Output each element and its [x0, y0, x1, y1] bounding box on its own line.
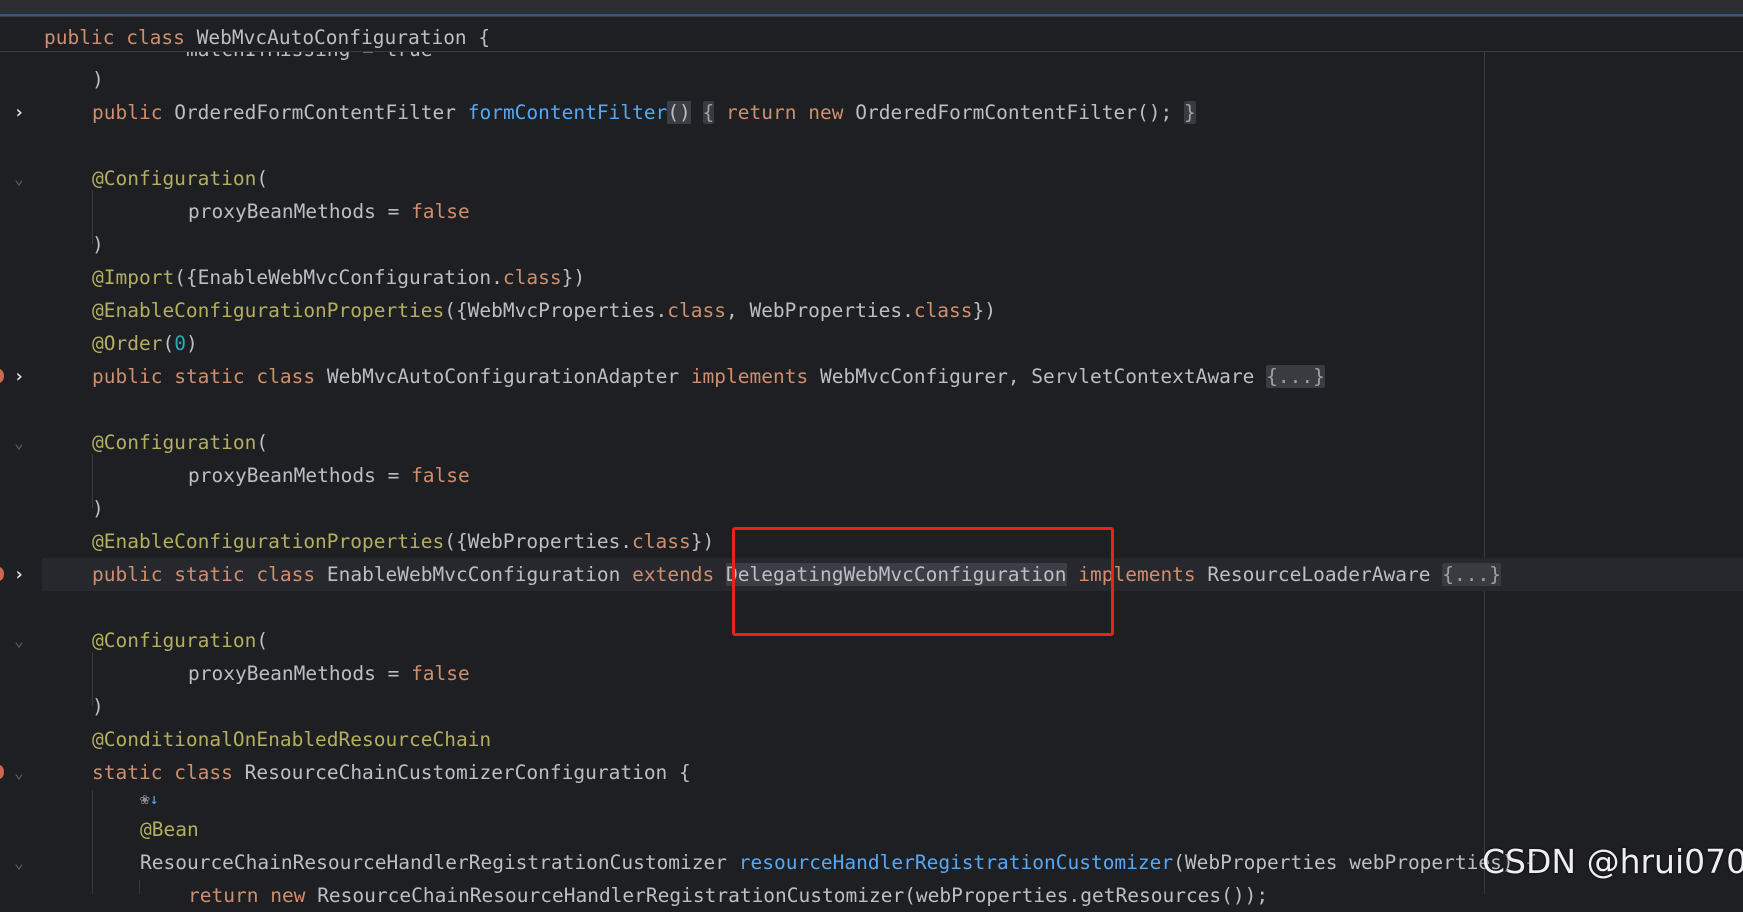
code-line[interactable]: @Configuration( [92, 624, 268, 657]
sticky-class-declaration: public class WebMvcAutoConfiguration { [44, 26, 491, 49]
code-line[interactable]: proxyBeanMethods = false [188, 195, 470, 228]
code-line[interactable]: ) [92, 690, 104, 723]
chevron-down-icon[interactable]: ⌄ [8, 846, 30, 879]
code-line[interactable]: @Configuration( [92, 426, 268, 459]
chevron-down-icon[interactable]: ⌄ [8, 162, 30, 195]
chevron-right-icon[interactable]: › [8, 96, 30, 129]
code-line[interactable]: ResourceChainResourceHandlerRegistration… [140, 846, 1537, 879]
code-line[interactable]: @Import({EnableWebMvcConfiguration.class… [92, 261, 585, 294]
code-line[interactable]: return new ResourceChainResourceHandlerR… [188, 879, 1268, 912]
indent-guide [92, 790, 93, 894]
code-line[interactable]: @Bean [140, 813, 199, 846]
chevron-right-icon[interactable]: › [8, 558, 30, 591]
code-line[interactable]: proxyBeanMethods = false [188, 459, 470, 492]
code-line[interactable]: public static class WebMvcAutoConfigurat… [92, 360, 1325, 393]
bean-generate-icon[interactable]: ❀↓ [140, 788, 159, 810]
code-line[interactable]: public OrderedFormContentFilter formCont… [92, 96, 1196, 129]
highlight-annotation-box [732, 527, 1114, 636]
watermark: CSDN @hrui0706 [1482, 842, 1743, 881]
sticky-class-header[interactable]: public class WebMvcAutoConfiguration { [0, 17, 1743, 52]
code-line[interactable]: ) [92, 492, 104, 525]
right-margin-guide [1484, 51, 1485, 894]
code-line[interactable]: @EnableConfigurationProperties({WebMvcPr… [92, 294, 996, 327]
code-line[interactable]: static class ResourceChainCustomizerConf… [92, 756, 691, 789]
chevron-down-icon[interactable]: ⌄ [8, 426, 30, 459]
indent-guide [139, 880, 140, 894]
code-line[interactable]: @EnableConfigurationProperties({WebPrope… [92, 525, 714, 558]
code-line[interactable]: @ConditionalOnEnabledResourceChain [92, 723, 491, 756]
chevron-right-icon[interactable]: › [8, 360, 30, 393]
code-line[interactable]: @Configuration( [92, 162, 268, 195]
code-line[interactable]: proxyBeanMethods = false [188, 657, 470, 690]
code-line[interactable]: @Order(0) [92, 327, 198, 360]
chevron-down-icon[interactable]: ⌄ [8, 624, 30, 657]
editor-top-bar [0, 0, 1743, 17]
code-line[interactable]: ) [92, 63, 104, 96]
chevron-down-icon[interactable]: ⌄ [8, 756, 30, 789]
code-line[interactable]: ) [92, 228, 104, 261]
